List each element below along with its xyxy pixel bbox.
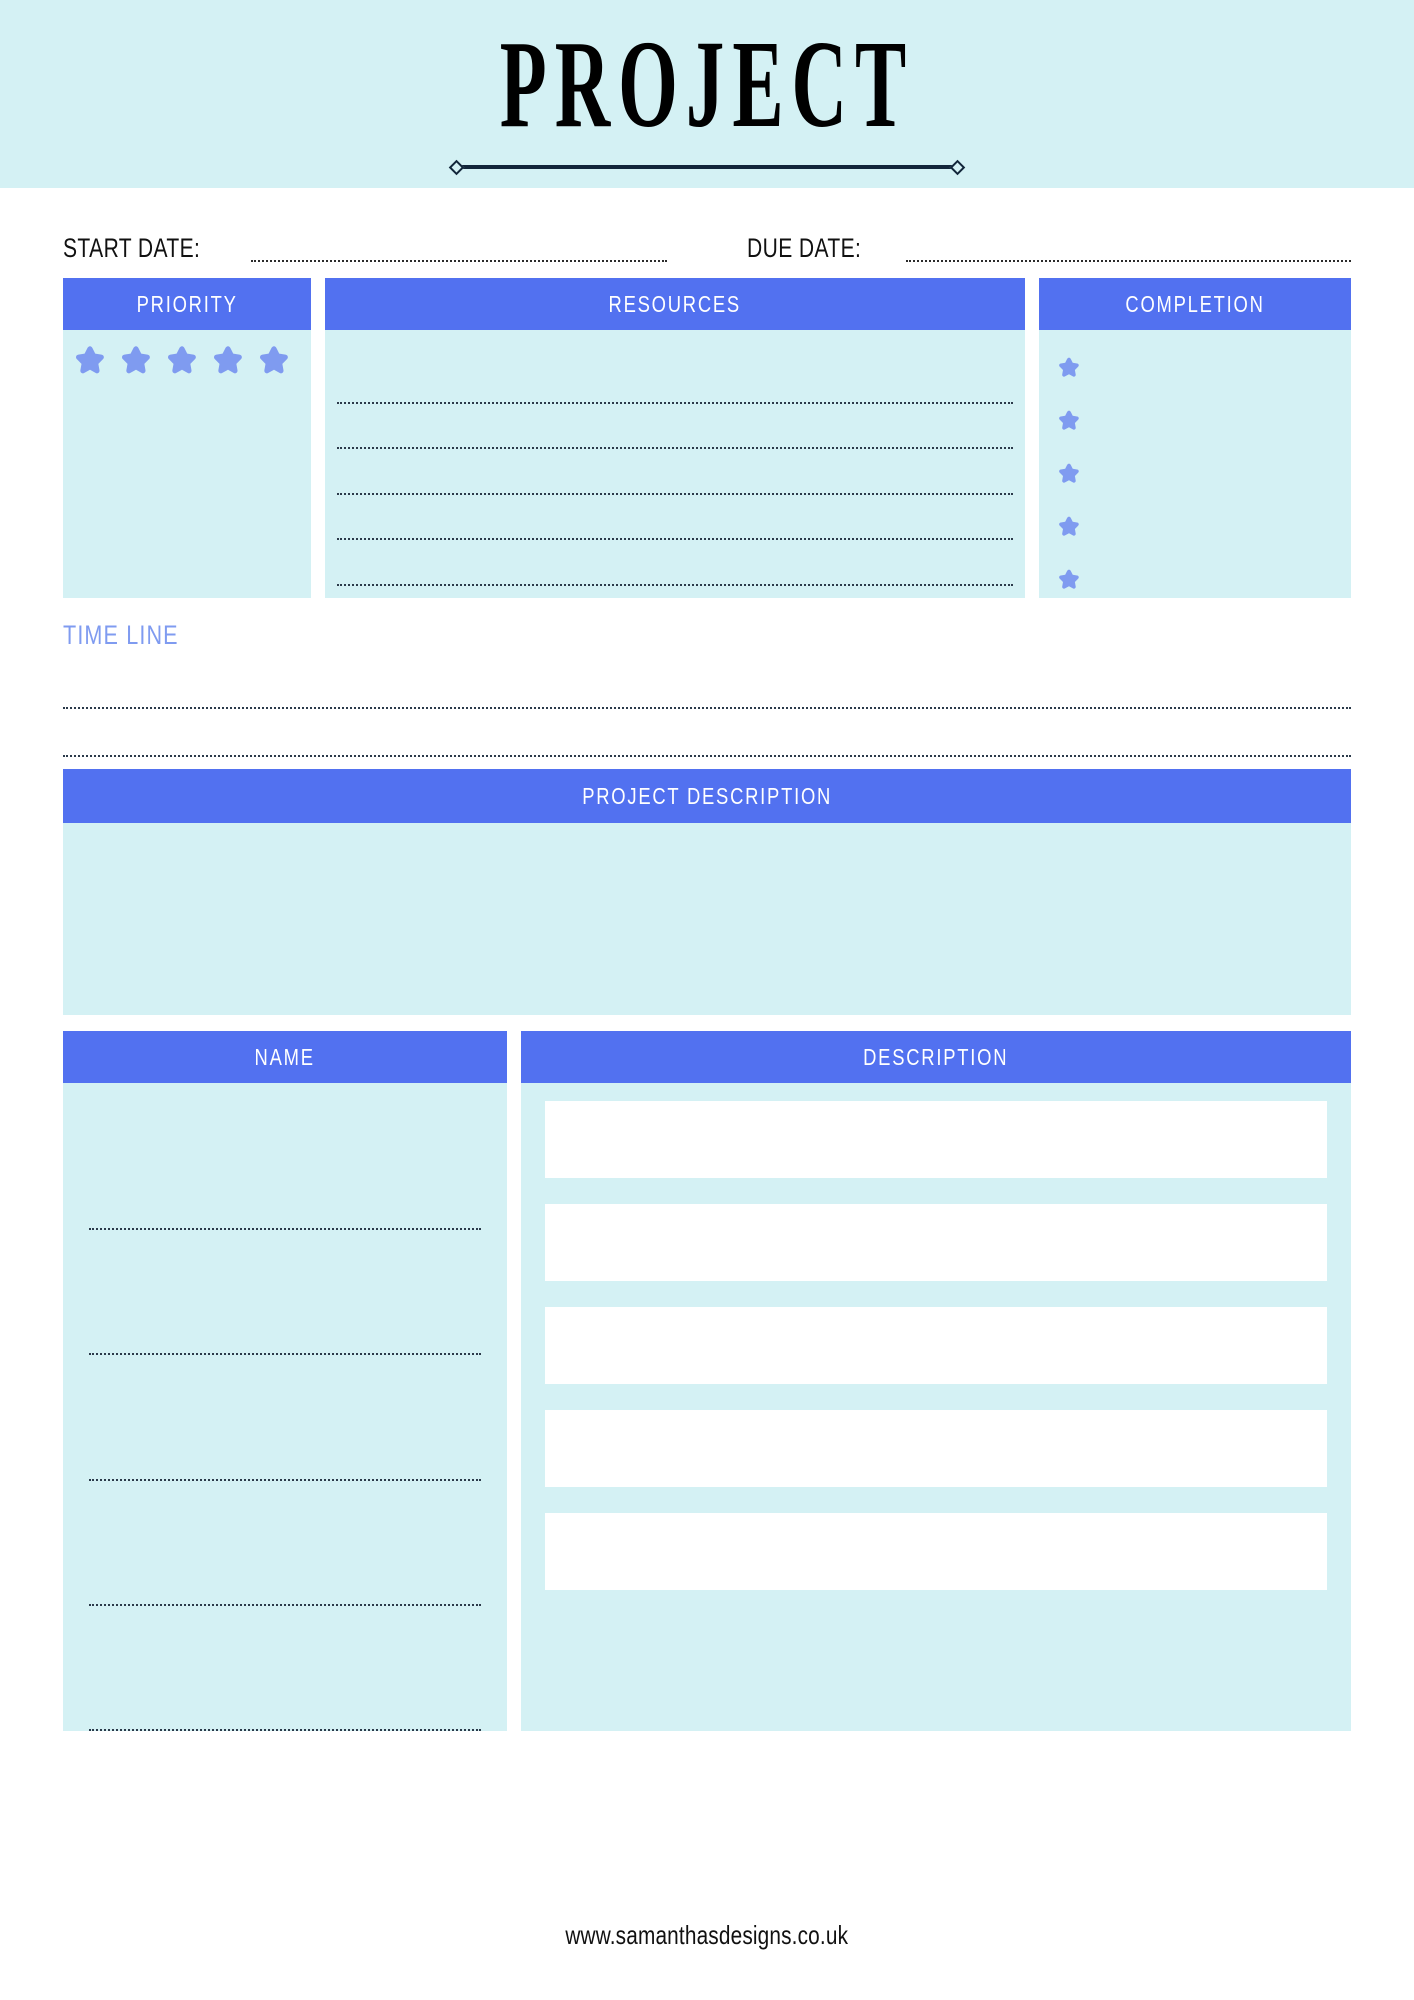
description-box[interactable]: [545, 1410, 1327, 1487]
name-line[interactable]: [89, 1105, 481, 1231]
page-body: START DATE: DUE DATE: PRIORITY RESOURCES…: [63, 188, 1351, 1732]
diamond-left-icon: [448, 159, 465, 175]
description-box[interactable]: [545, 1204, 1327, 1281]
priority-panel: [63, 330, 311, 598]
name-line[interactable]: [89, 1355, 481, 1481]
priority-resources-completion-row: PRIORITY RESOURCES COMPLETION: [63, 278, 1351, 598]
header-decorative-rule: [448, 158, 966, 176]
priority-star-icon-4[interactable]: [211, 344, 245, 378]
timeline-line[interactable]: [63, 657, 1351, 709]
name-header-bar: NAME: [63, 1031, 507, 1083]
resources-column: RESOURCES: [325, 278, 1025, 598]
completion-star-icon-5[interactable]: [1057, 568, 1081, 592]
timeline-line[interactable]: [63, 709, 1351, 757]
resources-line[interactable]: [337, 540, 1013, 586]
resources-line[interactable]: [337, 358, 1013, 404]
resources-header-label: RESOURCES: [608, 290, 742, 317]
timeline-section: TIME LINE: [63, 620, 1351, 757]
name-line[interactable]: [89, 1481, 481, 1606]
completion-star-icon-1[interactable]: [1057, 356, 1081, 380]
start-date-input[interactable]: [251, 254, 667, 262]
resources-line-list: [325, 330, 1025, 598]
start-date-field[interactable]: START DATE:: [63, 235, 667, 262]
priority-star-rating[interactable]: [63, 330, 311, 378]
name-line[interactable]: [89, 1606, 481, 1732]
due-date-label: DUE DATE:: [747, 233, 862, 263]
name-column: NAME: [63, 1031, 507, 1732]
priority-header-label: PRIORITY: [136, 290, 238, 317]
project-description-header-bar: PROJECT DESCRIPTION: [63, 769, 1351, 823]
description-panel: [521, 1083, 1351, 1731]
priority-header-bar: PRIORITY: [63, 278, 311, 330]
due-date-field[interactable]: DUE DATE:: [747, 235, 1351, 262]
description-box[interactable]: [545, 1513, 1327, 1590]
task-table: NAME DESCRIPTION: [63, 1031, 1351, 1732]
completion-star-icon-2[interactable]: [1057, 409, 1081, 433]
page-title: PROJECT: [499, 14, 915, 154]
footer-url[interactable]: www.samanthasdesigns.co.uk: [566, 1920, 849, 1951]
project-description-input[interactable]: [63, 823, 1351, 1015]
name-header-label: NAME: [254, 1043, 316, 1070]
priority-star-icon-3[interactable]: [165, 344, 199, 378]
completion-column: COMPLETION: [1039, 278, 1351, 598]
description-box[interactable]: [545, 1101, 1327, 1178]
resources-line[interactable]: [337, 404, 1013, 450]
due-date-input[interactable]: [905, 254, 1351, 262]
completion-star-icon-3[interactable]: [1057, 462, 1081, 486]
date-row: START DATE: DUE DATE:: [63, 188, 1351, 262]
completion-panel: [1039, 330, 1351, 598]
description-header-label: DESCRIPTION: [863, 1043, 1009, 1070]
project-description-section: PROJECT DESCRIPTION: [63, 769, 1351, 1015]
project-description-header-label: PROJECT DESCRIPTION: [582, 782, 832, 809]
project-planner-page: PROJECT START DATE: DUE DATE: PRIORITY R…: [0, 0, 1414, 2000]
completion-star-icon-4[interactable]: [1057, 515, 1081, 539]
timeline-label: TIME LINE: [63, 620, 179, 650]
resources-header-bar: RESOURCES: [325, 278, 1025, 330]
completion-header-bar: COMPLETION: [1039, 278, 1351, 330]
name-panel: [63, 1083, 507, 1732]
start-date-label: START DATE:: [63, 233, 201, 263]
diamond-right-icon: [949, 159, 966, 175]
description-column: DESCRIPTION: [521, 1031, 1351, 1731]
footer: www.samanthasdesigns.co.uk: [0, 1920, 1414, 1951]
priority-column: PRIORITY: [63, 278, 311, 598]
description-box[interactable]: [545, 1307, 1327, 1384]
priority-star-icon-2[interactable]: [119, 344, 153, 378]
name-line[interactable]: [89, 1230, 481, 1356]
rule-bar: [461, 165, 953, 169]
resources-line[interactable]: [337, 449, 1013, 495]
resources-line[interactable]: [337, 495, 1013, 541]
description-header-bar: DESCRIPTION: [521, 1031, 1351, 1083]
completion-star-list[interactable]: [1039, 330, 1351, 598]
priority-star-icon-5[interactable]: [257, 344, 291, 378]
priority-star-icon-1[interactable]: [73, 344, 107, 378]
resources-panel: [325, 330, 1025, 598]
completion-header-label: COMPLETION: [1125, 290, 1265, 317]
